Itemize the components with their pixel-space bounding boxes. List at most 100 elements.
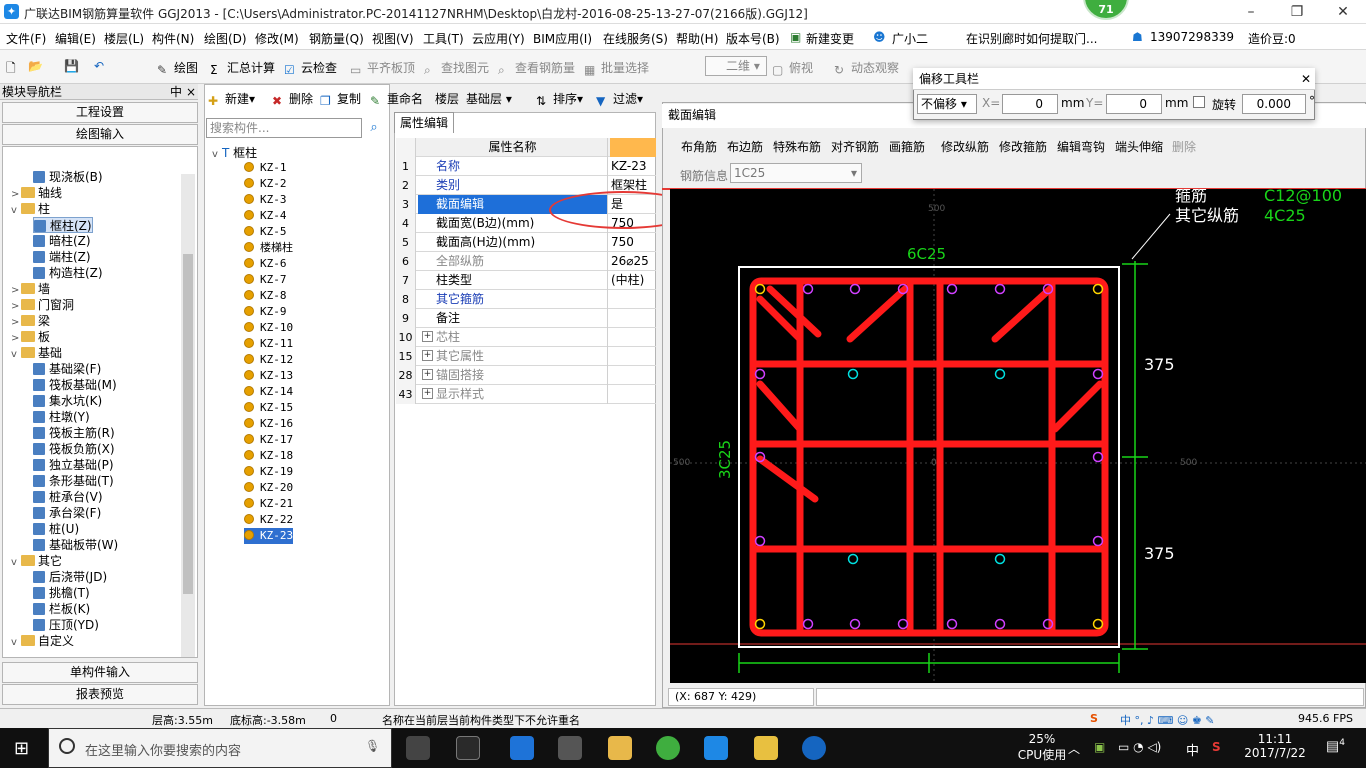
rebar-dot[interactable] <box>994 618 1006 630</box>
menu-assistant[interactable]: 广小二 <box>892 30 928 47</box>
menu-help[interactable]: 帮助(H) <box>676 30 718 47</box>
menu-bim[interactable]: BIM应用(I) <box>533 30 592 47</box>
rebar-dot[interactable] <box>1092 283 1104 295</box>
property-value[interactable]: 750 <box>610 233 656 252</box>
taskbar-search[interactable]: 在这里输入你要搜索的内容 🎙 <box>48 728 392 768</box>
component-list-item[interactable]: 楼梯柱 <box>244 240 293 256</box>
property-row[interactable]: 15 + 其它属性 <box>396 347 656 366</box>
menu-draw[interactable]: 绘图(D) <box>204 30 247 47</box>
rebar-dot[interactable] <box>754 368 766 380</box>
view-mode-select[interactable]: 二维 ▾ <box>705 56 767 76</box>
property-row[interactable]: 6 全部纵筋 26⌀25 <box>396 252 656 271</box>
y-offset-input[interactable]: 0 <box>1106 94 1162 114</box>
corner-rebar-button[interactable]: 布角筋 <box>681 138 717 155</box>
tree-folder[interactable]: > 墙 <box>11 281 50 297</box>
property-value[interactable]: (中柱) <box>610 271 656 290</box>
rebar-dot[interactable] <box>897 618 909 630</box>
edit-hook-button[interactable]: 编辑弯钩 <box>1057 138 1105 155</box>
component-list-item[interactable]: KZ-17 <box>244 432 293 448</box>
tray-chevron-icon[interactable]: ︿ <box>1068 740 1080 757</box>
restore-icon[interactable]: ❐ <box>1274 0 1320 24</box>
ime-indicator[interactable]: 中 <box>1186 740 1199 759</box>
tree-folder[interactable]: > 梁 <box>11 313 50 329</box>
top-view-button[interactable]: ▢ 俯视 <box>772 59 813 77</box>
component-list-item[interactable]: KZ-8 <box>244 288 287 304</box>
section-canvas[interactable]: 500 500 500 0 箍筋 C12@100 其它纵筋 4C25 6C25 … <box>670 189 1366 683</box>
component-root[interactable]: vT 框柱 <box>212 144 257 161</box>
property-value[interactable]: KZ-23 <box>610 157 656 176</box>
component-list-item[interactable]: KZ-1 <box>244 160 287 176</box>
rebar-dot[interactable] <box>994 553 1006 565</box>
rebar-dot[interactable] <box>754 618 766 630</box>
tree-item[interactable]: 条形基础(T) <box>33 473 114 489</box>
ime-tools-icon[interactable]: 中 °, ♪ ⌨ ☺ ♚ ✎ <box>1120 712 1214 728</box>
property-row[interactable]: 5 截面高(H边)(mm) 750 <box>396 233 656 252</box>
component-list-item[interactable]: KZ-15 <box>244 400 293 416</box>
sum-button[interactable]: Σ 汇总计算 <box>210 59 275 77</box>
nvidia-icon[interactable]: ▣ <box>1094 740 1105 754</box>
tree-item[interactable]: 端柱(Z) <box>33 249 91 265</box>
rebar-dot[interactable] <box>802 283 814 295</box>
modify-long-rebar-button[interactable]: 修改纵筋 <box>941 138 989 155</box>
tree-item[interactable]: 筏板主筋(R) <box>33 425 115 441</box>
menu-version[interactable]: 版本号(B) <box>726 30 780 47</box>
rebar-dot[interactable] <box>1092 451 1104 463</box>
menu-component[interactable]: 构件(N) <box>152 30 194 47</box>
property-row[interactable]: 7 柱类型 (中柱) <box>396 271 656 290</box>
open-folder-icon[interactable]: 📂 <box>28 59 43 73</box>
expand-plus-icon[interactable]: + <box>422 369 433 380</box>
component-list-item[interactable]: KZ-9 <box>244 304 287 320</box>
project-settings-button[interactable]: 工程设置 <box>2 102 198 123</box>
rotate-checkbox[interactable] <box>1193 96 1205 108</box>
tree-item[interactable]: 暗柱(Z) <box>33 233 91 249</box>
new-file-icon[interactable]: 🗋 <box>6 59 16 80</box>
component-list-item[interactable]: KZ-2 <box>244 176 287 192</box>
property-row[interactable]: 43 + 显示样式 <box>396 385 656 404</box>
rotate-angle-input[interactable]: 0.000 <box>1242 94 1306 114</box>
batch-select-button[interactable]: ▦ 批量选择 <box>584 59 649 77</box>
menu-tools[interactable]: 工具(T) <box>423 30 464 47</box>
clock[interactable]: 11:11 2017/7/22 <box>1240 732 1310 760</box>
component-search-input[interactable]: 搜索构件... <box>206 118 362 138</box>
tree-folder[interactable]: v 其它 <box>11 553 62 569</box>
rename-button[interactable]: ✎ 重命名 <box>370 90 423 108</box>
draw-button[interactable]: ✎ 绘图 <box>157 59 198 77</box>
property-row[interactable]: 8 其它箍筋 <box>396 290 656 309</box>
property-value[interactable] <box>610 347 656 366</box>
property-row[interactable]: 28 + 锚固搭接 <box>396 366 656 385</box>
tree-item[interactable]: 桩承台(V) <box>33 489 103 505</box>
score-badge[interactable]: 71 <box>1083 0 1129 20</box>
component-list-item[interactable]: KZ-4 <box>244 208 287 224</box>
search-icon[interactable]: ⌕ <box>364 118 384 138</box>
rebar-info-select[interactable]: 1C25 ▾ <box>730 163 862 183</box>
windows-start-icon[interactable]: ⊞ <box>14 738 29 759</box>
cloud-check-button[interactable]: ☑ 云检查 <box>284 59 337 77</box>
rebar-dot[interactable] <box>946 618 958 630</box>
component-list-item[interactable]: KZ-18 <box>244 448 293 464</box>
minimize-icon[interactable]: – <box>1228 0 1274 24</box>
edge-icon[interactable] <box>510 736 534 760</box>
rebar-dot[interactable] <box>754 283 766 295</box>
tree-item[interactable]: 栏板(K) <box>33 601 90 617</box>
pin-icon[interactable]: 中 <box>170 84 182 100</box>
sogou-ime-icon[interactable]: S <box>1090 712 1098 725</box>
menu-modify[interactable]: 修改(M) <box>255 30 299 47</box>
rebar-dot[interactable] <box>849 618 861 630</box>
tree-item[interactable]: 现浇板(B) <box>33 169 103 185</box>
floor-select[interactable]: 基础层 ▾ <box>466 90 512 107</box>
price-beans[interactable]: 造价豆:0 <box>1248 30 1296 47</box>
sogou-tray-icon[interactable]: S <box>1212 740 1221 754</box>
find-button[interactable]: ⌕ 查找图元 <box>424 59 489 77</box>
edge-rebar-button[interactable]: 布边筋 <box>727 138 763 155</box>
menu-file[interactable]: 文件(F) <box>6 30 46 47</box>
view-rebar-button[interactable]: ⌕ 查看钢筋量 <box>498 59 575 77</box>
browser-360-icon[interactable] <box>656 736 680 760</box>
tree-item[interactable]: 筏板负筋(X) <box>33 441 115 457</box>
component-list-item[interactable]: KZ-21 <box>244 496 293 512</box>
app-icon-spiral[interactable] <box>456 736 480 760</box>
offset-mode-select[interactable]: 不偏移 ▾ <box>917 94 977 114</box>
expand-plus-icon[interactable]: + <box>422 388 433 399</box>
tree-item[interactable]: 压顶(YD) <box>33 617 99 633</box>
save-icon[interactable]: 💾 <box>64 59 79 73</box>
filter-button[interactable]: ▼ 过滤▾ <box>596 90 643 108</box>
